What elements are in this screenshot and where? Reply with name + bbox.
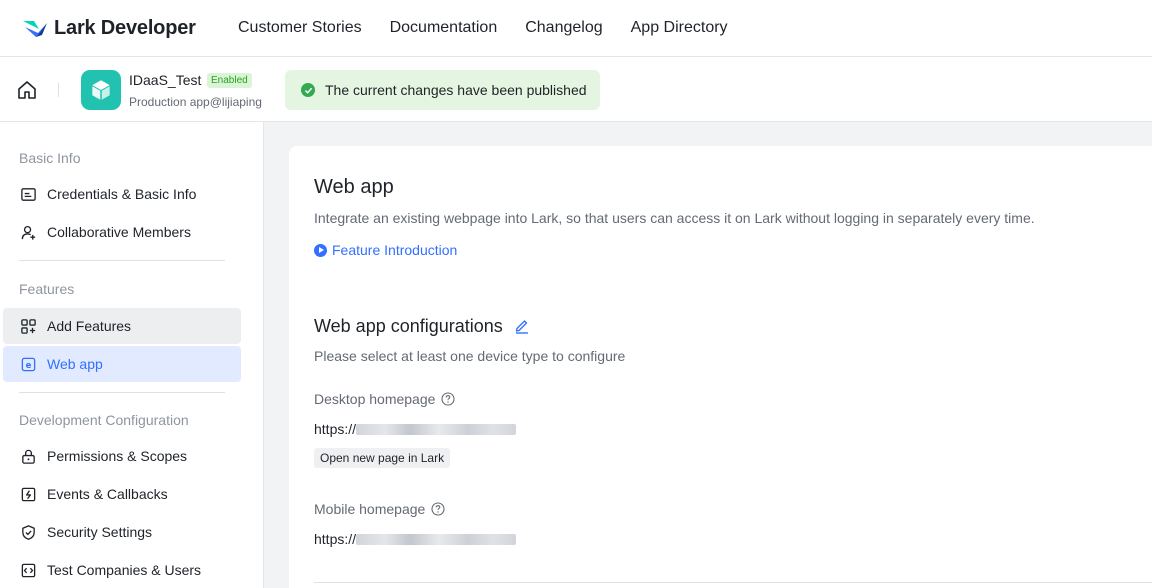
cube-icon (92, 80, 110, 100)
nav-app-directory[interactable]: App Directory (631, 19, 728, 37)
play-circle-icon (314, 243, 327, 257)
nav-documentation[interactable]: Documentation (390, 19, 498, 37)
section-title-features: Features (19, 281, 75, 297)
sidebar-item-security[interactable]: Security Settings (3, 514, 241, 550)
sidebar-item-permissions[interactable]: Permissions & Scopes (3, 438, 241, 474)
feature-introduction-link[interactable]: Feature Introduction (314, 242, 457, 258)
shield-icon (19, 523, 37, 541)
app-header: IDaaS_Test Enabled Production app@lijiap… (0, 57, 1152, 122)
user-add-icon (19, 223, 37, 241)
status-badge: Enabled (207, 73, 252, 88)
sidebar: Basic Info Credentials & Basic Info Coll… (0, 122, 264, 588)
sidebar-item-credentials[interactable]: Credentials & Basic Info (3, 176, 241, 212)
toast-message: The current changes have been published (325, 82, 587, 98)
desktop-homepage-label-text: Desktop homepage (314, 391, 436, 407)
mobile-homepage-url: https:// (314, 531, 357, 547)
sidebar-item-label: Web app (47, 356, 103, 372)
app-name: IDaaS_Test (129, 72, 202, 88)
sidebar-item-events[interactable]: Events & Callbacks (3, 476, 241, 512)
desktop-homepage-value: https:// (314, 421, 517, 437)
nav-changelog[interactable]: Changelog (525, 19, 602, 37)
lock-icon (19, 447, 37, 465)
app-avatar (81, 70, 121, 110)
top-nav: Lark Developer Customer Stories Document… (0, 0, 1152, 57)
card-divider (314, 582, 1152, 583)
code-icon (19, 561, 37, 579)
page-title: Web app (314, 176, 394, 198)
nav-customer-stories[interactable]: Customer Stories (238, 19, 362, 37)
sidebar-item-test-companies[interactable]: Test Companies & Users (3, 552, 241, 588)
id-card-icon (19, 185, 37, 203)
mobile-homepage-label: Mobile homepage (314, 501, 445, 517)
lark-logo-icon (23, 21, 47, 37)
sidebar-item-label: Add Features (47, 318, 132, 334)
sidebar-item-collaborative-members[interactable]: Collaborative Members (3, 214, 241, 250)
mobile-homepage-value: https:// (314, 531, 517, 547)
web-app-card: Web app Integrate an existing webpage in… (289, 146, 1152, 588)
app-subtitle: Production app@lijiaping (129, 95, 262, 109)
section-title-development: Development Configuration (19, 412, 189, 428)
home-icon[interactable] (16, 79, 38, 101)
web-app-icon: e (19, 355, 37, 373)
edit-icon[interactable] (513, 316, 531, 334)
event-icon (19, 485, 37, 503)
sidebar-item-web-app[interactable]: e Web app (3, 346, 241, 382)
config-title: Web app configurations (314, 316, 503, 336)
check-circle-icon (301, 83, 315, 97)
divider (58, 83, 59, 97)
brand-logo[interactable]: Lark Developer (22, 17, 216, 40)
page-description: Integrate an existing webpage into Lark,… (314, 210, 1035, 226)
brand-name: Lark Developer (54, 16, 196, 39)
open-in-lark-tag: Open new page in Lark (314, 448, 451, 468)
sidebar-item-add-features[interactable]: Add Features (3, 308, 241, 344)
desktop-homepage-label: Desktop homepage (314, 391, 455, 407)
sidebar-item-label: Collaborative Members (47, 224, 191, 240)
config-hint: Please select at least one device type t… (314, 348, 626, 364)
sidebar-divider (19, 392, 225, 393)
feature-introduction-label: Feature Introduction (332, 242, 458, 258)
sidebar-item-label: Test Companies & Users (47, 562, 202, 578)
section-title-basic-info: Basic Info (19, 150, 81, 166)
publish-toast: The current changes have been published (285, 70, 600, 110)
sidebar-item-label: Permissions & Scopes (47, 448, 188, 464)
help-icon[interactable] (431, 502, 445, 516)
desktop-homepage-url: https:// (314, 421, 357, 437)
help-icon[interactable] (441, 392, 455, 406)
sidebar-divider (19, 260, 225, 261)
redacted-url (356, 533, 517, 545)
redacted-url (356, 423, 517, 435)
sidebar-item-label: Events & Callbacks (47, 486, 168, 502)
sidebar-item-label: Security Settings (47, 524, 153, 540)
mobile-homepage-label-text: Mobile homepage (314, 501, 426, 517)
svg-text:e: e (25, 360, 31, 370)
sidebar-item-label: Credentials & Basic Info (47, 186, 197, 202)
add-grid-icon (19, 317, 37, 335)
